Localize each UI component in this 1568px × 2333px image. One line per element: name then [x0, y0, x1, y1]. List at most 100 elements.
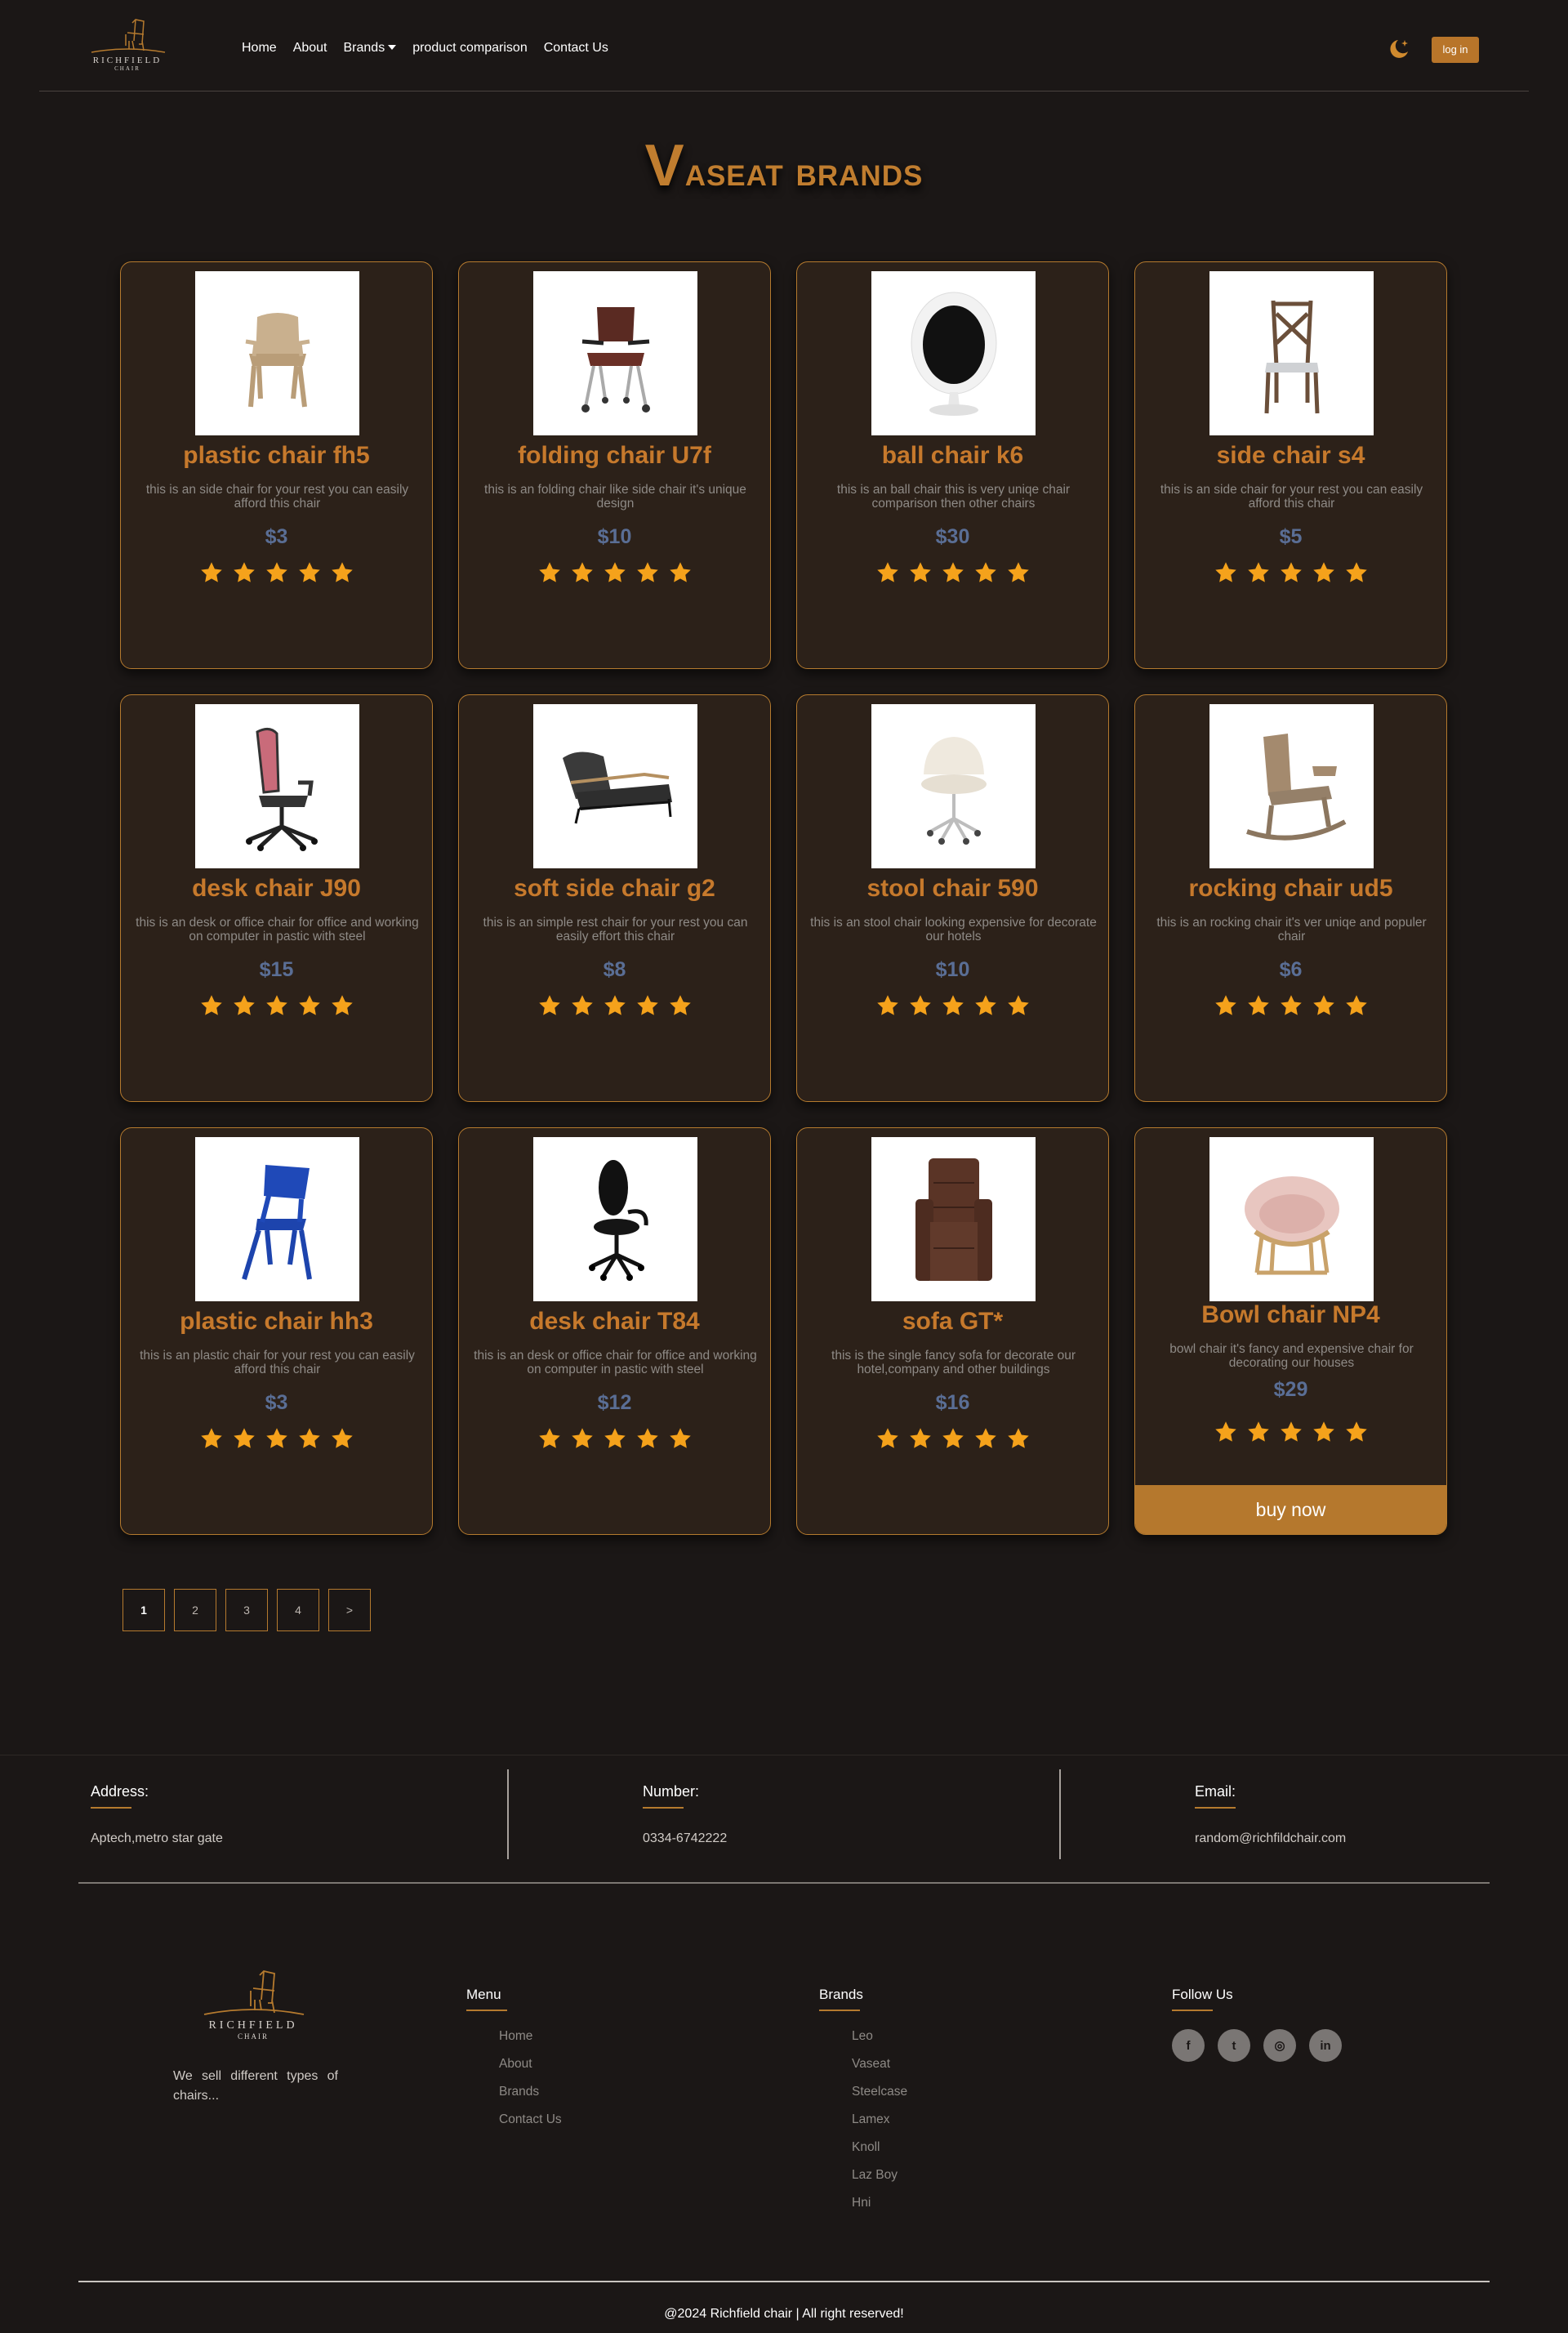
star-icon [571, 1428, 593, 1448]
rating-stars [121, 1426, 432, 1451]
product-image[interactable] [1209, 1137, 1374, 1301]
star-icon [1214, 995, 1236, 1015]
product-image[interactable] [871, 1137, 1036, 1301]
product-image[interactable] [871, 271, 1036, 435]
nav-contact[interactable]: Contact Us [544, 41, 608, 56]
divider [78, 1882, 1490, 1884]
contact-number: Number: 0334-6742222 [643, 1783, 727, 1846]
product-name[interactable]: sofa GT* [797, 1308, 1108, 1336]
instagram-icon[interactable]: ◎ [1263, 2029, 1296, 2062]
star-icon [974, 1428, 996, 1448]
product-card[interactable]: stool chair 590 this is an stool chair l… [796, 694, 1109, 1102]
star-icon [876, 995, 898, 1015]
footer-brands: Brands Leo Vaseat Steelcase Lamex Knoll … [819, 1987, 907, 2224]
linkedin-icon[interactable]: in [1309, 2029, 1342, 2062]
rocking-chair-image [1245, 733, 1346, 841]
product-name[interactable]: desk chair T84 [459, 1308, 770, 1336]
star-icon [876, 562, 898, 582]
theme-toggle-button[interactable] [1387, 37, 1411, 61]
chair-logo-icon [203, 1970, 305, 2015]
product-image[interactable] [195, 1137, 359, 1301]
product-image[interactable] [533, 704, 697, 868]
rating-stars [121, 560, 432, 585]
footer-follow-title: Follow Us [1172, 1987, 1233, 2002]
product-image[interactable] [1209, 704, 1374, 868]
footer-link-about[interactable]: About [499, 2057, 562, 2085]
page-4-button[interactable]: 4 [277, 1589, 319, 1631]
star-icon [1007, 995, 1029, 1015]
product-image[interactable] [195, 271, 359, 435]
product-description: this is an side chair for your rest you … [145, 483, 409, 511]
product-name[interactable]: ball chair k6 [797, 442, 1108, 470]
star-icon [200, 562, 222, 582]
product-image[interactable] [195, 704, 359, 868]
footer-brand-leo[interactable]: Leo [852, 2029, 907, 2057]
footer-logo[interactable]: RICHFIELD CHAIR [196, 1967, 310, 2042]
page-1-button[interactable]: 1 [122, 1589, 165, 1631]
stool-chair-image [920, 736, 987, 845]
footer-brand-lamex[interactable]: Lamex [852, 2112, 907, 2140]
nav-home[interactable]: Home [242, 41, 277, 56]
product-image[interactable] [1209, 271, 1374, 435]
footer-link-contact[interactable]: Contact Us [499, 2112, 562, 2140]
login-button[interactable]: log in [1432, 37, 1479, 63]
ball-chair-image [911, 292, 996, 416]
product-card[interactable]: folding chair U7f this is an folding cha… [458, 261, 771, 669]
page-2-button[interactable]: 2 [174, 1589, 216, 1631]
site-header: RICHFIELD CHAIR Home About Brands produc… [39, 0, 1529, 91]
nav-product-comparison[interactable]: product comparison [412, 41, 528, 56]
product-card[interactable]: rocking chair ud5 this is an rocking cha… [1134, 694, 1447, 1102]
star-icon [1007, 1428, 1029, 1448]
brand-logo[interactable]: RICHFIELD CHAIR [85, 16, 170, 77]
star-icon [909, 995, 931, 1015]
product-card[interactable]: side chair s4 this is an side chair for … [1134, 261, 1447, 669]
product-name[interactable]: stool chair 590 [797, 875, 1108, 903]
star-icon [538, 562, 560, 582]
product-card[interactable]: Bowl chair NP4 bowl chair it's fancy and… [1134, 1127, 1447, 1535]
star-icon [233, 1428, 255, 1448]
star-icon [942, 995, 964, 1015]
product-card[interactable]: plastic chair hh3 this is an plastic cha… [120, 1127, 433, 1535]
footer-brand-steelcase[interactable]: Steelcase [852, 2085, 907, 2112]
star-icon [1312, 1421, 1334, 1442]
product-image[interactable] [533, 271, 697, 435]
divider [78, 2281, 1490, 2282]
product-image[interactable] [871, 704, 1036, 868]
footer-link-brands[interactable]: Brands [499, 2085, 562, 2112]
product-name[interactable]: rocking chair ud5 [1135, 875, 1446, 903]
product-name[interactable]: side chair s4 [1135, 442, 1446, 470]
product-name[interactable]: plastic chair fh5 [121, 442, 432, 470]
product-name[interactable]: plastic chair hh3 [121, 1308, 432, 1336]
nav-about[interactable]: About [293, 41, 327, 56]
product-card[interactable]: plastic chair fh5 this is an side chair … [120, 261, 433, 669]
brand-name: RICHFIELD [208, 2019, 298, 2032]
product-name[interactable]: Bowl chair NP4 [1135, 1301, 1446, 1329]
footer-brand-knoll[interactable]: Knoll [852, 2140, 907, 2168]
page-3-button[interactable]: 3 [225, 1589, 268, 1631]
product-name[interactable]: folding chair U7f [459, 442, 770, 470]
divider [1059, 1769, 1061, 1859]
product-image[interactable] [533, 1137, 697, 1301]
chair-logo-icon [91, 19, 166, 53]
product-card[interactable]: desk chair T84 this is an desk or office… [458, 1127, 771, 1535]
nav-brands[interactable]: Brands [344, 41, 397, 56]
footer-brand-hni[interactable]: Hni [852, 2196, 907, 2224]
product-card[interactable]: desk chair J90 this is an desk or office… [120, 694, 433, 1102]
product-name[interactable]: desk chair J90 [121, 875, 432, 903]
product-card[interactable]: soft side chair g2 this is an simple res… [458, 694, 771, 1102]
product-card[interactable]: ball chair k6 this is an ball chair this… [796, 261, 1109, 669]
next-page-button[interactable]: > [328, 1589, 371, 1631]
twitter-icon[interactable]: t [1218, 2029, 1250, 2062]
number-value[interactable]: 0334-6742222 [643, 1831, 727, 1846]
star-icon [636, 562, 658, 582]
email-value[interactable]: random@richfildchair.com [1195, 1831, 1346, 1846]
footer-menu: Menu Home About Brands Contact Us [466, 1987, 562, 2140]
product-name[interactable]: soft side chair g2 [459, 875, 770, 903]
product-card[interactable]: sofa GT* this is the single fancy sofa f… [796, 1127, 1109, 1535]
footer-brand-laz-boy[interactable]: Laz Boy [852, 2168, 907, 2196]
buy-now-button[interactable]: buy now [1135, 1485, 1446, 1534]
footer-brand-vaseat[interactable]: Vaseat [852, 2057, 907, 2085]
star-icon [265, 562, 287, 582]
footer-link-home[interactable]: Home [499, 2029, 562, 2057]
facebook-icon[interactable]: f [1172, 2029, 1205, 2062]
